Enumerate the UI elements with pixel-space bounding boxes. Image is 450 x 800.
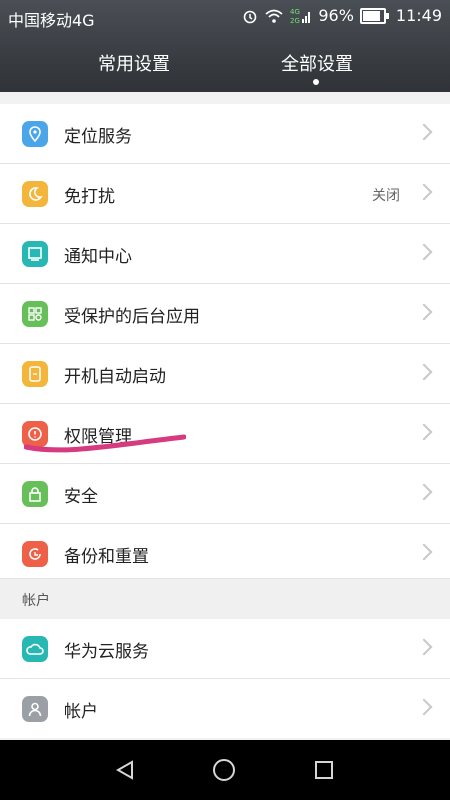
moon-icon xyxy=(22,181,48,207)
chevron-right-icon xyxy=(415,698,433,716)
settings-item-label: 定位服务 xyxy=(64,127,132,147)
settings-item-do-not-disturb[interactable]: 免打扰 关闭 xyxy=(0,164,450,224)
chevron-right-icon xyxy=(415,243,433,261)
settings-item-account[interactable]: 帐户 xyxy=(0,679,450,738)
alarm-icon xyxy=(244,10,257,23)
settings-item-label: 受保护的后台应用 xyxy=(64,307,200,327)
svg-text:4G: 4G xyxy=(290,8,300,16)
settings-list: 定位服务 免打扰 关闭 通知中心 受保护的后台应用 开机自动启动 权限管理 安全… xyxy=(0,104,450,583)
settings-item-auto-startup[interactable]: 开机自动启动 xyxy=(0,344,450,404)
battery-icon xyxy=(359,7,389,24)
settings-item-backup-reset[interactable]: 备份和重置 xyxy=(0,524,450,583)
tab-bar: 常用设置 全部设置 xyxy=(0,44,450,88)
settings-item-label: 华为云服务 xyxy=(64,642,149,662)
settings-item-permission-management[interactable]: 权限管理 xyxy=(0,404,450,464)
settings-item-huawei-cloud[interactable]: 华为云服务 xyxy=(0,619,450,679)
back-icon[interactable] xyxy=(114,759,136,781)
account-list: 华为云服务 帐户 xyxy=(0,619,450,738)
location-icon xyxy=(22,121,48,147)
settings-item-location[interactable]: 定位服务 xyxy=(0,104,450,164)
status-bar: 中国移动4G 4G 2G 96% 11:49 xyxy=(0,0,450,34)
chevron-right-icon xyxy=(415,123,433,141)
settings-item-notification-center[interactable]: 通知中心 xyxy=(0,224,450,284)
carrier-label: 中国移动4G xyxy=(8,11,95,30)
chevron-right-icon xyxy=(415,423,433,441)
clock: 11:49 xyxy=(395,6,442,25)
wifi-icon xyxy=(265,9,283,23)
chevron-right-icon xyxy=(415,483,433,501)
selected-tab-indicator xyxy=(313,79,319,85)
recent-apps-icon[interactable] xyxy=(315,761,333,779)
lock-icon xyxy=(22,481,48,507)
apps-protect-icon xyxy=(22,301,48,327)
settings-item-label: 权限管理 xyxy=(64,427,132,447)
settings-item-label: 备份和重置 xyxy=(64,547,149,567)
notification-icon xyxy=(22,241,48,267)
chevron-right-icon xyxy=(415,363,433,381)
settings-item-protected-apps[interactable]: 受保护的后台应用 xyxy=(0,284,450,344)
settings-item-label: 免打扰 xyxy=(64,187,115,207)
settings-item-label: 安全 xyxy=(64,487,98,507)
chevron-right-icon xyxy=(415,303,433,321)
section-header-account: 帐户 xyxy=(0,578,450,620)
user-icon xyxy=(22,696,48,722)
status-indicators: 4G 2G 96% 11:49 xyxy=(242,6,442,25)
svg-text:2G: 2G xyxy=(290,17,300,25)
permission-icon xyxy=(22,421,48,447)
settings-item-label: 开机自动启动 xyxy=(64,367,166,387)
home-icon[interactable] xyxy=(213,759,235,781)
settings-item-security[interactable]: 安全 xyxy=(0,464,450,524)
battery-percent: 96% xyxy=(318,6,354,25)
dnd-status-value: 关闭 xyxy=(372,188,400,204)
backup-icon xyxy=(22,541,48,567)
chevron-right-icon xyxy=(415,183,433,201)
chevron-right-icon xyxy=(415,638,433,656)
section-title: 帐户 xyxy=(22,593,50,609)
chevron-right-icon xyxy=(415,543,433,561)
battery-level xyxy=(362,10,381,21)
signal-icon: 4G 2G xyxy=(290,8,311,25)
top-bar: 中国移动4G 4G 2G 96% 11:49 常用设置 全部设置 xyxy=(0,0,450,92)
tab-common-settings[interactable]: 常用设置 xyxy=(98,50,170,76)
settings-item-label: 通知中心 xyxy=(64,247,132,267)
startup-icon xyxy=(22,361,48,387)
cloud-icon xyxy=(22,636,48,662)
settings-item-label: 帐户 xyxy=(64,702,98,722)
tab-all-settings[interactable]: 全部设置 xyxy=(281,50,353,76)
system-navigation-bar xyxy=(0,740,450,800)
